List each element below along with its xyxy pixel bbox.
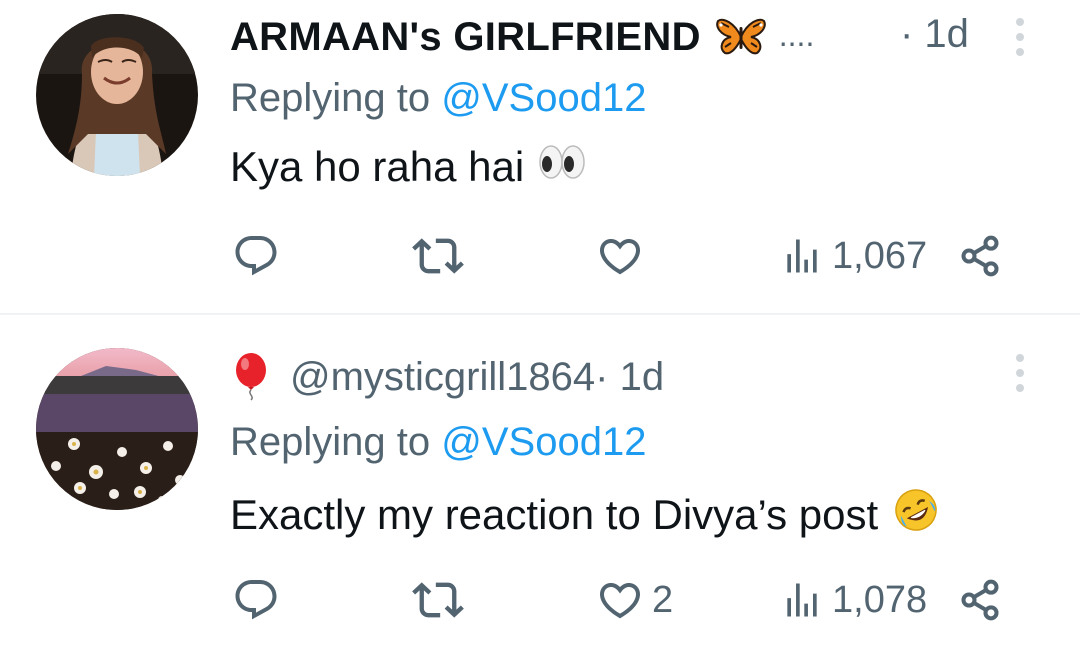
views-button[interactable]: 1,067 [780,226,927,286]
like-button[interactable] [596,226,652,286]
avatar[interactable] [36,348,198,510]
retweet-button[interactable] [412,226,464,286]
share-icon [961,235,999,277]
eyes-icon [538,142,586,192]
views-icon [787,239,817,273]
retweet-icon [412,238,464,274]
reply-button[interactable] [232,570,280,630]
tweet-reply[interactable]: ARMAAN's GIRLFRIEND .... · 1d Replying t… [0,0,1080,314]
heart-icon [599,583,641,619]
timestamp[interactable]: · 1d [900,12,969,57]
tweet-reply[interactable]: @mysticgrill1864 · 1d Replying to @VSood… [0,316,1080,654]
tweet-text: Kya ho raha hai [230,142,586,192]
replying-to-handle-link[interactable]: @VSood12 [441,76,646,120]
like-count: 2 [652,578,674,621]
share-button[interactable] [958,570,1002,630]
tweet-header: ARMAAN's GIRLFRIEND .... · 1d [230,12,969,62]
action-bar: 1,067 [0,226,1080,286]
tweet-text: Exactly my reaction to Divya’s post [230,486,940,544]
tweet-text-body: Exactly my reaction to Divya’s post [230,491,879,538]
retweet-button[interactable] [412,570,464,630]
name-truncation: .... [778,16,815,53]
timestamp[interactable]: · 1d [595,355,664,400]
avatar[interactable] [36,14,198,176]
view-count: 1,078 [832,578,928,621]
more-options-icon[interactable] [1008,348,1032,398]
heart-icon [599,239,641,275]
tweet-text-body: Kya ho raha hai [230,143,525,190]
divider [0,313,1080,315]
more-options-icon[interactable] [1008,12,1032,62]
share-button[interactable] [958,226,1002,286]
action-bar: 2 1,078 [0,570,1080,630]
like-button[interactable]: 2 [596,570,673,630]
replying-to-label: Replying to [230,76,431,120]
views-icon [787,583,817,617]
user-handle[interactable]: @mysticgrill1864 [290,355,595,400]
tweet-header: @mysticgrill1864 · 1d [230,352,664,402]
share-icon [961,579,999,621]
views-button[interactable]: 1,078 [780,570,927,630]
replying-to: Replying to @VSood12 [230,420,646,465]
view-count: 1,067 [832,234,928,277]
butterfly-icon [715,17,767,57]
replying-to-label: Replying to [230,420,431,464]
retweet-icon [412,582,464,618]
display-name[interactable]: ARMAAN's GIRLFRIEND [230,15,701,60]
replying-to: Replying to @VSood12 [230,76,646,121]
reply-icon [235,236,277,276]
balloon-icon [230,352,272,402]
reply-icon [235,580,277,620]
replying-to-handle-link[interactable]: @VSood12 [441,420,646,464]
reply-button[interactable] [232,226,280,286]
rofl-icon [892,486,940,544]
